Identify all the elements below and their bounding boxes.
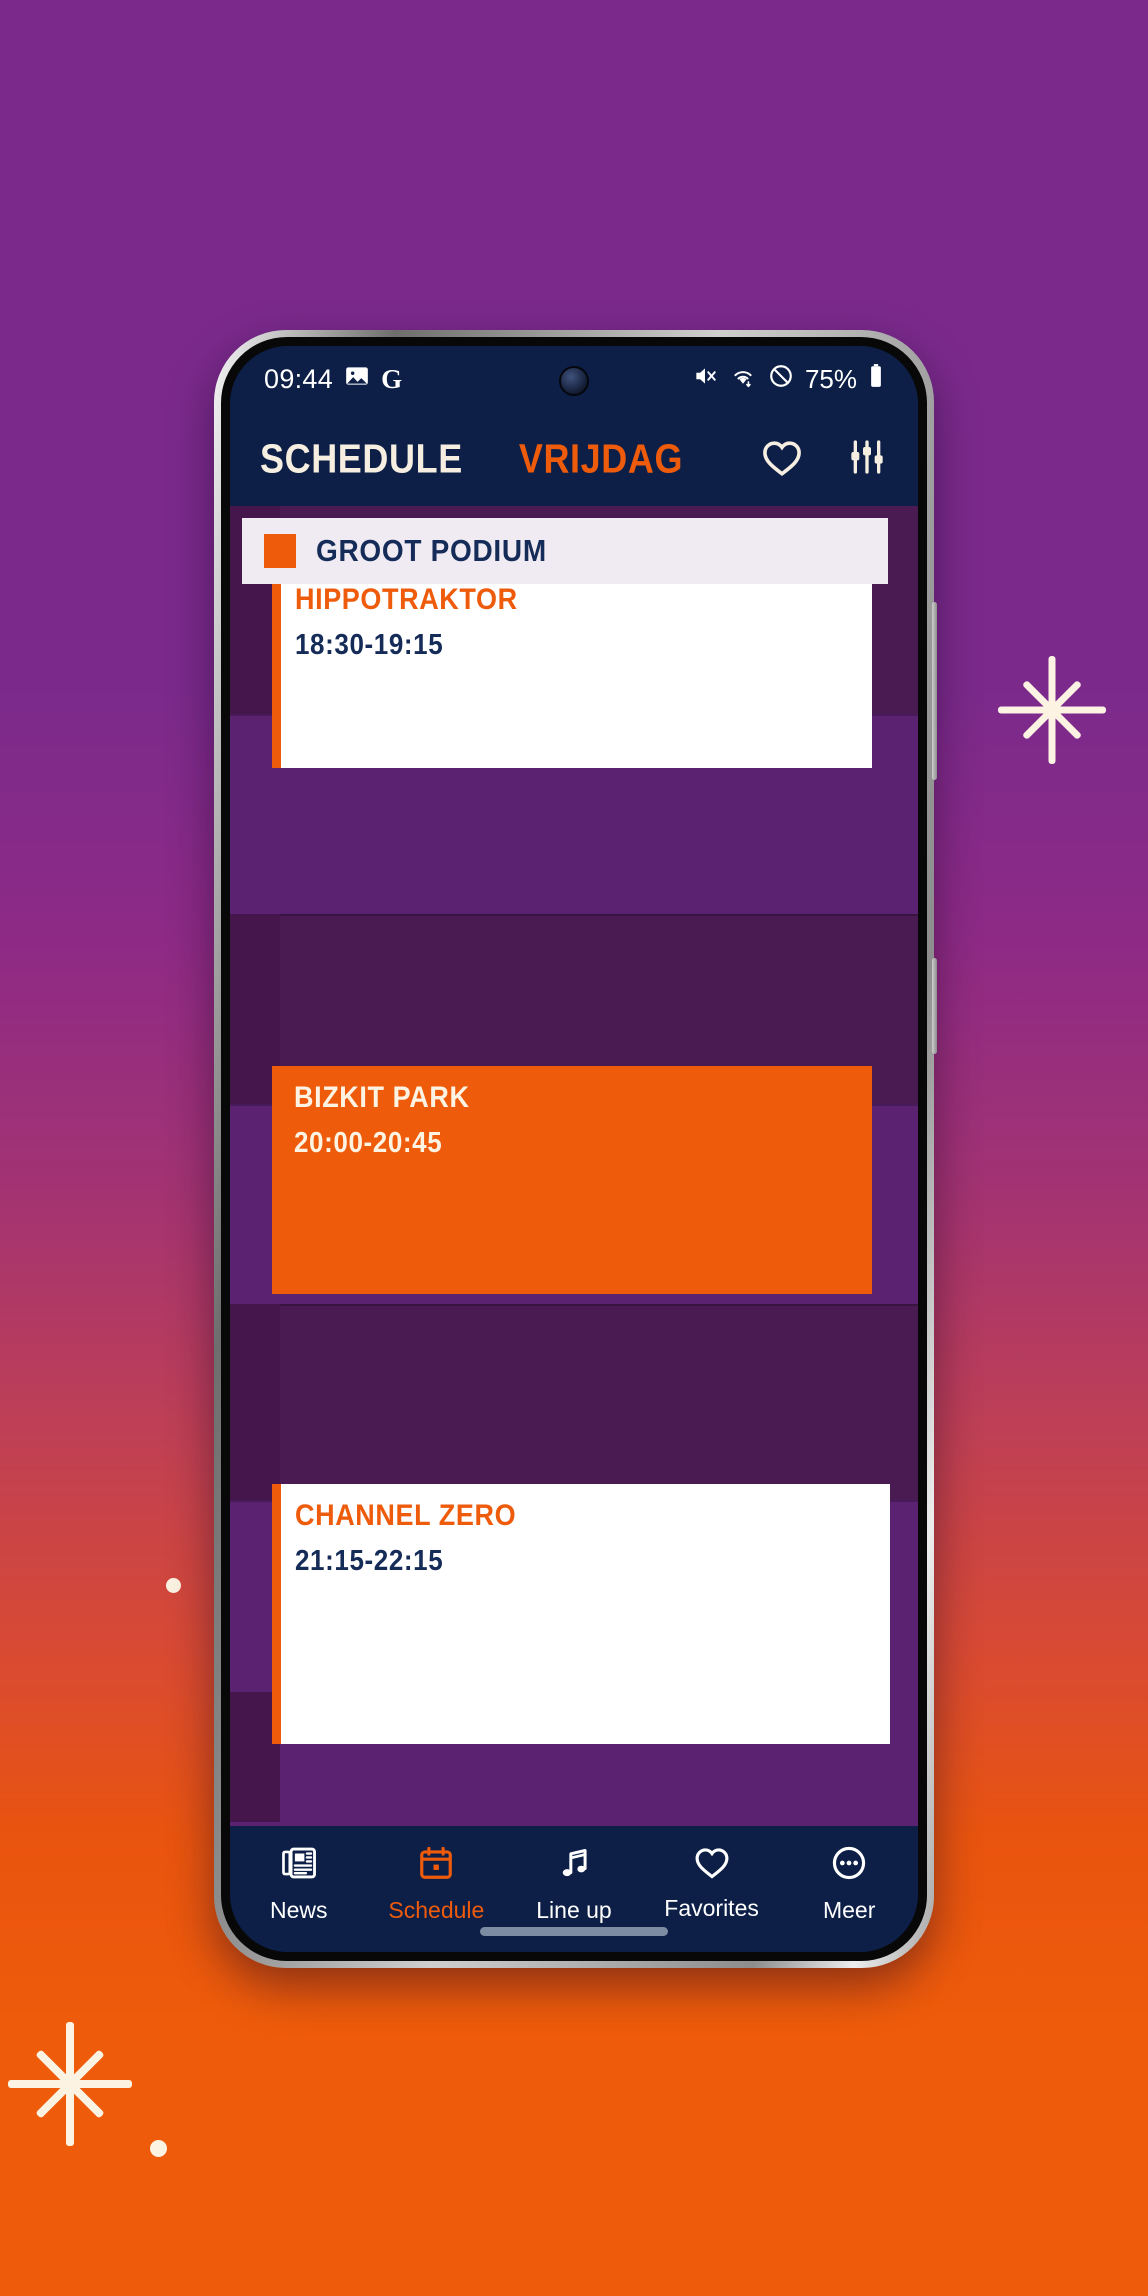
phone-bezel: 09:44 G 75% SCHEDULE VRIJDAG GROOT PODIU… <box>221 337 927 1961</box>
battery-percent: 75% <box>804 363 857 394</box>
nav-label: Schedule <box>388 1897 485 1923</box>
more-dots-icon <box>830 1844 868 1887</box>
event-card-body: BIZKIT PARK 20:00-20:45 <box>272 1066 872 1294</box>
nav-label: Meer <box>822 1897 876 1923</box>
grid-row <box>230 1304 918 1500</box>
phone-device-frame: 09:44 G 75% SCHEDULE VRIJDAG GROOT PODIU… <box>214 330 937 1968</box>
schedule-grid[interactable]: GROOT PODIUM HIPPOTRAKTOR 18:30-19:15 BI… <box>230 506 918 1826</box>
stage-name: GROOT PODIUM <box>316 533 547 568</box>
nav-label: Line up <box>536 1897 612 1923</box>
sliders-icon[interactable] <box>846 437 888 482</box>
status-time: 09:44 <box>264 363 334 394</box>
do-not-disturb-icon <box>768 363 794 396</box>
event-card[interactable]: HIPPOTRAKTOR 18:30-19:15 <box>272 568 872 768</box>
stage-header[interactable]: GROOT PODIUM <box>242 518 888 584</box>
battery-icon <box>868 363 884 396</box>
event-time: 21:15-22:15 <box>295 1543 444 1577</box>
event-name: CHANNEL ZERO <box>295 1498 517 1532</box>
nav-item-meer[interactable]: Meer <box>780 1844 918 1924</box>
grid-line <box>230 1304 918 1306</box>
phone-screen: 09:44 G 75% SCHEDULE VRIJDAG GROOT PODIU… <box>230 346 918 1952</box>
mute-icon <box>692 363 718 396</box>
status-bar: 09:44 G 75% <box>230 346 918 412</box>
event-name: BIZKIT PARK <box>294 1080 470 1114</box>
status-bar-left: 09:44 G <box>264 363 402 396</box>
dot-decoration-bottom <box>150 2140 167 2157</box>
event-card[interactable]: BIZKIT PARK 20:00-20:45 <box>272 1066 872 1294</box>
volume-button[interactable] <box>932 602 937 780</box>
wifi-icon <box>729 363 757 396</box>
nav-label: Favorites <box>664 1895 759 1921</box>
page-title: SCHEDULE <box>260 435 463 482</box>
nav-item-news[interactable]: News <box>230 1844 368 1924</box>
selected-day-label[interactable]: VRIJDAG <box>519 435 683 482</box>
calendar-icon <box>417 1844 455 1887</box>
event-time: 20:00-20:45 <box>294 1125 443 1159</box>
home-indicator[interactable] <box>480 1927 668 1936</box>
nav-item-favorites[interactable]: Favorites <box>643 1844 781 1922</box>
dot-decoration-left <box>166 1578 181 1593</box>
front-camera <box>559 366 589 396</box>
event-time: 18:30-19:15 <box>295 627 444 661</box>
music-note-icon <box>555 1844 593 1887</box>
event-card-body: CHANNEL ZERO 21:15-22:15 <box>281 1484 890 1744</box>
event-card[interactable]: CHANNEL ZERO 21:15-22:15 <box>272 1484 890 1744</box>
image-icon <box>344 363 370 396</box>
google-icon: G <box>381 363 403 394</box>
time-band <box>230 1304 280 1500</box>
power-button[interactable] <box>932 958 937 1054</box>
nav-label: News <box>270 1897 328 1923</box>
nav-item-lineup[interactable]: Line up <box>505 1844 643 1924</box>
heart-icon[interactable] <box>760 437 804 482</box>
nav-item-schedule[interactable]: Schedule <box>368 1844 506 1924</box>
event-card-body: HIPPOTRAKTOR 18:30-19:15 <box>281 568 872 768</box>
app-header-actions <box>760 437 888 482</box>
event-name: HIPPOTRAKTOR <box>295 582 518 616</box>
status-bar-right: 75% <box>692 363 884 396</box>
app-header: SCHEDULE VRIJDAG <box>230 412 918 506</box>
heart-icon <box>693 1844 731 1885</box>
stage-color-swatch <box>264 534 296 568</box>
newspaper-icon <box>280 1844 318 1887</box>
grid-line <box>230 914 918 916</box>
